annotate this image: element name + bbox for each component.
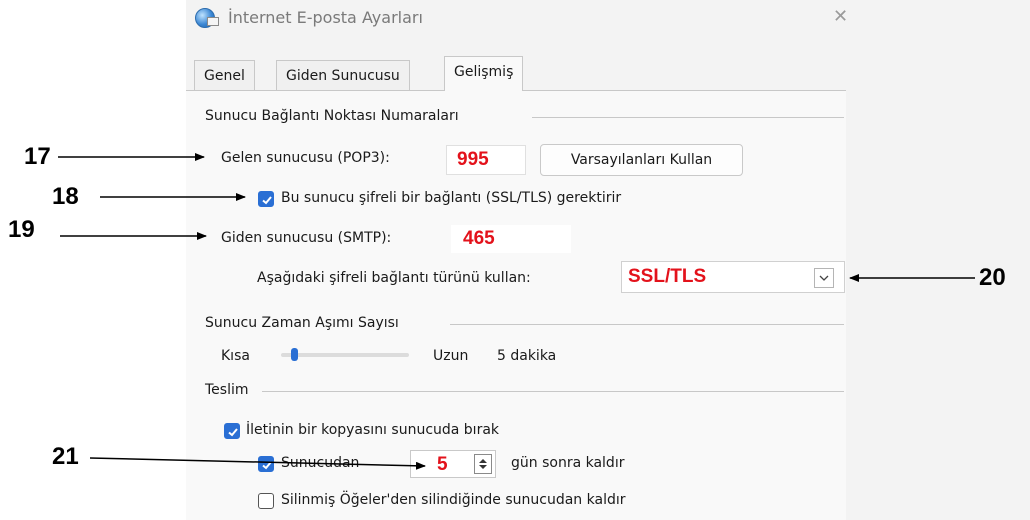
- callout-21-arrow: [89, 457, 426, 470]
- callout-arrows: [58, 153, 975, 470]
